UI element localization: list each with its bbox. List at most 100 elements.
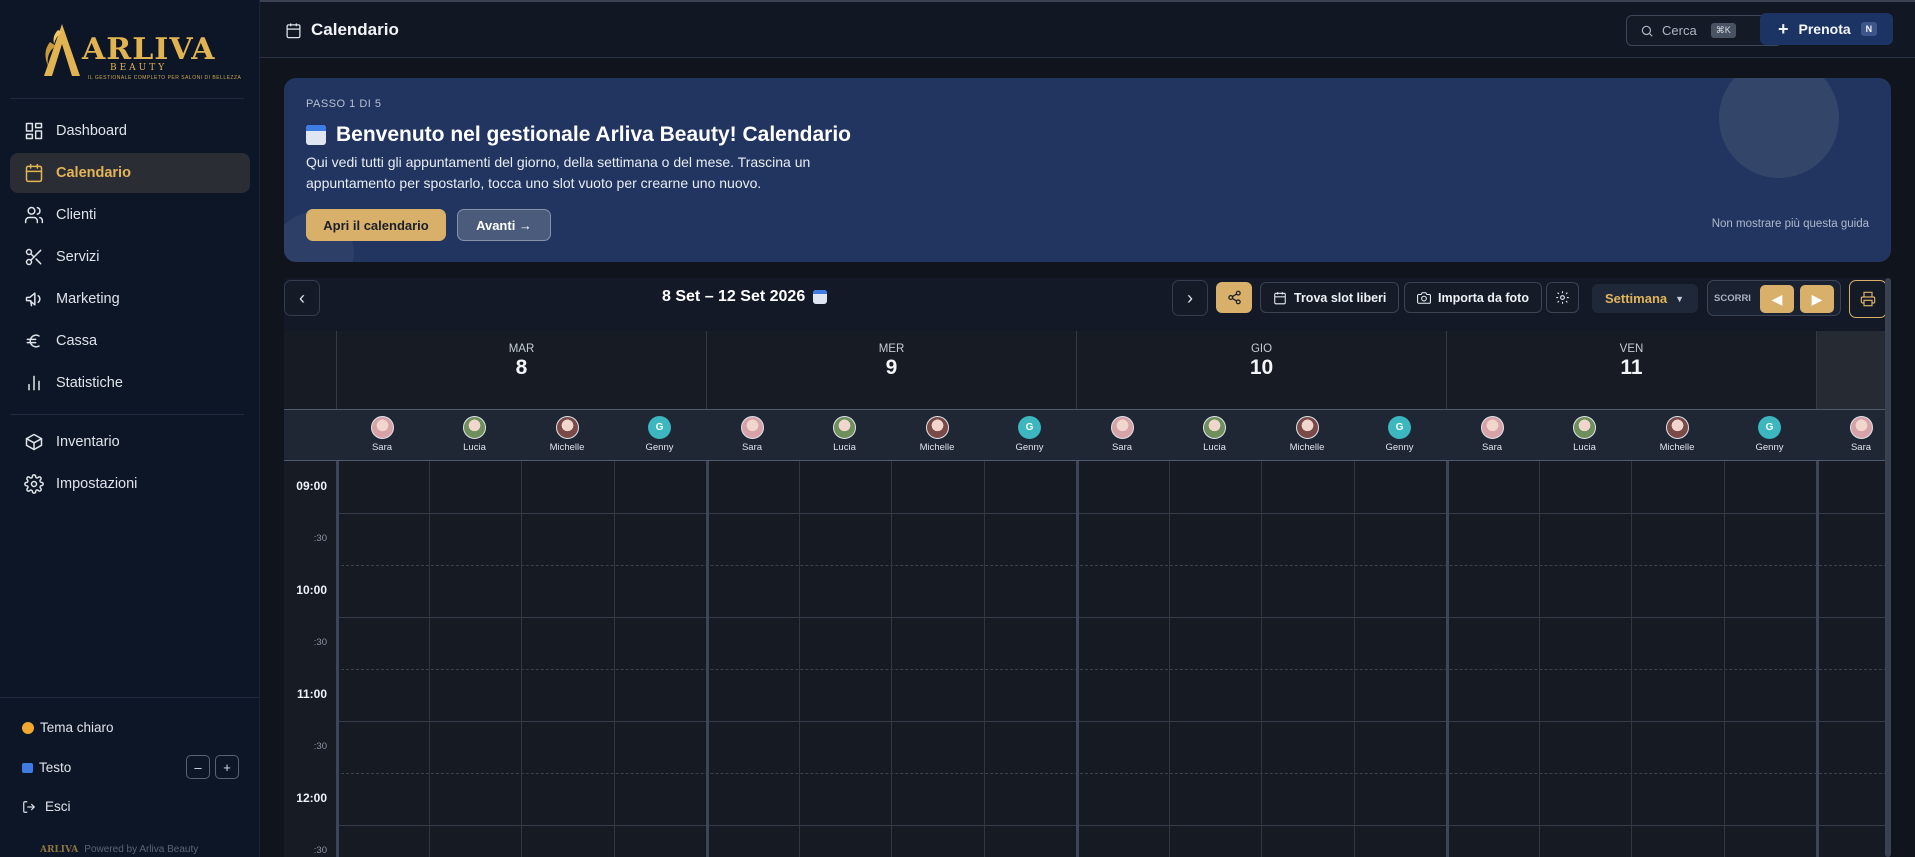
staff-column-header[interactable]: Sara	[1446, 410, 1538, 462]
staff-name: Sara	[741, 442, 763, 453]
staff-column-header[interactable]: Michelle	[1261, 410, 1353, 462]
staff-column-header[interactable]: Sara	[706, 410, 798, 462]
view-select[interactable]: Settimana ▼	[1592, 284, 1698, 313]
staff-column-header[interactable]: Michelle	[1631, 410, 1723, 462]
share-button[interactable]	[1216, 282, 1252, 313]
slot-divider	[336, 617, 1887, 618]
sidebar-item-marketing[interactable]: Marketing	[10, 279, 250, 319]
sidebar-divider	[0, 697, 260, 698]
avatar: G	[648, 416, 671, 439]
staff-name: Genny	[1015, 442, 1044, 453]
scroll-right-button[interactable]: ▶	[1800, 285, 1834, 313]
staff-name: Sara	[371, 442, 393, 453]
logo-wordmark: ARLIVA	[82, 32, 216, 67]
sun-icon	[22, 721, 34, 734]
staff-column-header[interactable]: Lucia	[1169, 410, 1261, 462]
dashboard-icon	[25, 122, 43, 140]
staff-column-header[interactable]: G Genny	[984, 410, 1076, 462]
search-shortcut: ⌘K	[1710, 23, 1736, 38]
camera-icon	[1417, 291, 1431, 304]
staff-column-header[interactable]: G Genny	[1724, 410, 1816, 462]
text-increase-button[interactable]: +	[215, 755, 239, 779]
sidebar-item-clienti[interactable]: Clienti	[10, 195, 250, 235]
staff-divider	[983, 461, 985, 857]
week-range[interactable]: 8 Set – 12 Set 2026	[662, 288, 828, 306]
day-of-week: MER	[878, 343, 905, 355]
staff-name: Genny	[645, 442, 674, 453]
sidebar-item-inventario[interactable]: Inventario	[10, 422, 250, 462]
day-header[interactable]: GIO 10	[1076, 331, 1446, 409]
day-header-partial[interactable]	[1816, 331, 1887, 409]
app-logo[interactable]: ARLIVA BEAUTY IL GESTIONALE COMPLETO PER…	[40, 20, 241, 81]
calendar-icon	[25, 163, 43, 183]
staff-name: Sara	[1850, 442, 1872, 453]
staff-column-header[interactable]: Lucia	[799, 410, 891, 462]
avatar: G	[1388, 416, 1411, 439]
sidebar-divider	[10, 414, 244, 415]
staff-name: Michelle	[1659, 442, 1695, 453]
staff-column-header[interactable]: Sara	[336, 410, 428, 462]
staff-divider	[1261, 461, 1262, 857]
sidebar-item-statistiche[interactable]: Statistiche	[10, 363, 250, 403]
day-of-week: VEN	[1619, 343, 1644, 355]
scroll-control: SCORRI ◀ ▶	[1707, 280, 1841, 316]
sidebar-item-impostazioni[interactable]: Impostazioni	[10, 464, 250, 504]
day-header[interactable]: MER 9	[706, 331, 1076, 409]
staff-column-header[interactable]: Sara	[1816, 410, 1887, 462]
calendar-settings-button[interactable]	[1546, 282, 1579, 313]
print-button[interactable]	[1849, 280, 1887, 318]
avatar	[1665, 416, 1689, 439]
staff-column-header[interactable]: Lucia	[429, 410, 521, 462]
avatar	[740, 416, 764, 439]
day-number: 9	[885, 356, 898, 379]
staff-name: Lucia	[833, 442, 856, 453]
logout-button[interactable]: Esci	[22, 799, 71, 814]
staff-column-header[interactable]: G Genny	[614, 410, 706, 462]
sidebar-item-calendario[interactable]: Calendario	[10, 153, 250, 193]
day-number: 10	[1249, 356, 1274, 379]
search-label: Cerca	[1662, 23, 1697, 38]
week-range-text: 8 Set – 12 Set 2026	[662, 288, 806, 305]
text-decrease-button[interactable]: –	[186, 755, 210, 779]
next-step-button[interactable]: Avanti →	[457, 209, 551, 241]
sidebar-item-label: Calendario	[56, 165, 131, 181]
logout-label: Esci	[45, 799, 71, 814]
avatar	[555, 416, 579, 439]
theme-toggle[interactable]: Tema chiaro	[22, 720, 114, 735]
search-button[interactable]: Cerca ⌘K	[1626, 15, 1782, 46]
text-size-icon	[22, 762, 33, 773]
scroll-left-button[interactable]: ◀	[1760, 285, 1794, 313]
open-calendar-button[interactable]: Apri il calendario	[306, 209, 446, 241]
staff-name: Michelle	[1289, 442, 1325, 453]
new-booking-button[interactable]: + Prenota N	[1760, 13, 1893, 45]
staff-column-header[interactable]: Sara	[1076, 410, 1168, 462]
staff-name: Genny	[1385, 442, 1414, 453]
sidebar: ARLIVA BEAUTY IL GESTIONALE COMPLETO PER…	[0, 0, 260, 857]
time-slot-grid[interactable]	[336, 461, 1887, 857]
prev-week-button[interactable]: ‹	[284, 280, 320, 316]
sidebar-item-dashboard[interactable]: Dashboard	[10, 111, 250, 151]
sidebar-item-cassa[interactable]: Cassa	[10, 321, 250, 361]
calendar-scrollbar[interactable]	[1885, 278, 1891, 857]
day-header[interactable]: MAR 8	[336, 331, 706, 409]
bar-chart-icon	[28, 375, 40, 391]
staff-divider	[1723, 461, 1725, 857]
day-header[interactable]: VEN 11	[1446, 331, 1816, 409]
sidebar-item-servizi[interactable]: Servizi	[10, 237, 250, 277]
powered-by: ARLIVA Powered by Arliva Beauty	[40, 844, 198, 855]
time-label: :30	[313, 845, 327, 856]
staff-column-header[interactable]: G Genny	[1354, 410, 1446, 462]
import-photo-button[interactable]: Importa da foto	[1404, 282, 1542, 313]
dismiss-guide-link[interactable]: Non mostrare più questa guida	[1712, 218, 1869, 230]
find-free-slots-button[interactable]: Trova slot liberi	[1260, 282, 1400, 313]
text-size-label: Testo	[39, 760, 72, 775]
powered-text: Powered by Arliva Beauty	[84, 844, 199, 855]
staff-column-header[interactable]: Michelle	[521, 410, 613, 462]
logout-icon	[23, 800, 36, 813]
powered-logo: ARLIVA	[40, 845, 79, 855]
avatar	[463, 416, 486, 439]
staff-column-header[interactable]: Michelle	[891, 410, 983, 462]
staff-column-header[interactable]: Lucia	[1539, 410, 1631, 462]
next-week-button[interactable]: ›	[1172, 280, 1208, 316]
calendar-icon	[286, 22, 301, 38]
